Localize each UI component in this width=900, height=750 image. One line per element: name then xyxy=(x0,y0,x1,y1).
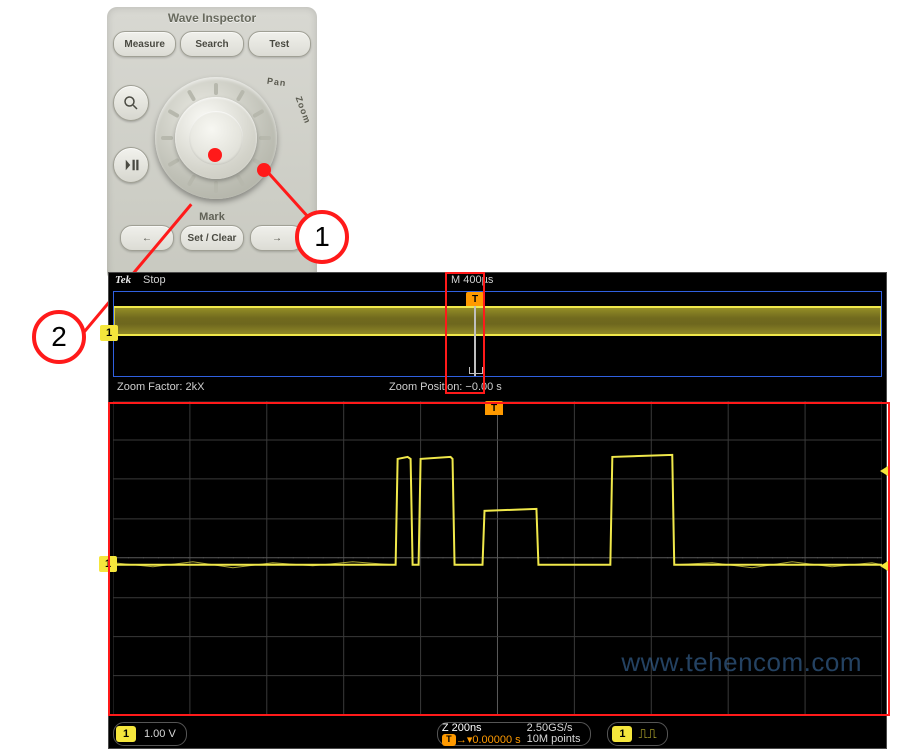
main-timebase: M 400µs xyxy=(451,274,493,286)
acq-col: 2.50GS/s 10M points xyxy=(527,723,581,745)
zoom-label: Zoom xyxy=(294,95,313,125)
zoom-position-readout: Zoom Position: −0.00 s xyxy=(389,381,502,393)
zoom-channel-badge: 1 xyxy=(99,556,117,572)
pan-label: Pan xyxy=(266,76,287,89)
zoom-graticule[interactable]: T 1 www.tehencom.com xyxy=(113,401,882,718)
test-button[interactable]: Test xyxy=(248,31,311,57)
zoom-trigger-marker[interactable]: T xyxy=(485,401,503,415)
trigger-channel-chip: 1 xyxy=(612,726,632,742)
play-pause-button[interactable] xyxy=(113,147,149,183)
mark-prev-button[interactable]: ← xyxy=(120,225,174,251)
zoom-timebase-col: Z 200ns T→▾0.00000 s xyxy=(442,723,521,746)
overview-trigger-line xyxy=(474,306,476,376)
panel-top-buttons: Measure Search Test xyxy=(113,31,311,57)
magnifier-icon xyxy=(122,94,140,112)
callout-1: 1 xyxy=(295,210,349,264)
magnifier-button[interactable] xyxy=(113,85,149,121)
trigger-level-arrow-icon[interactable] xyxy=(880,466,888,476)
overview-waveform-band xyxy=(114,306,881,336)
search-button[interactable]: Search xyxy=(180,31,243,57)
measure-button[interactable]: Measure xyxy=(113,31,176,57)
overview-window[interactable]: T 1 xyxy=(113,291,882,377)
zoom-factor-readout: Zoom Factor: 2kX xyxy=(117,381,204,393)
callout-inner-dot xyxy=(208,148,222,162)
overview-channel-badge: 1 xyxy=(100,325,118,341)
vdiv-readout: 1.00 V xyxy=(144,728,176,740)
zoom-tdiv: Z 200ns xyxy=(442,723,521,734)
pulse-icon: ⎍⎍ xyxy=(638,727,656,742)
record-length: 10M points xyxy=(527,734,581,745)
play-pause-icon xyxy=(122,156,140,174)
overview-wave-bot xyxy=(114,334,881,336)
overview-wave-top xyxy=(114,306,881,308)
inner-pan-knob[interactable] xyxy=(175,97,257,179)
trigger-time: 0.00000 s xyxy=(472,733,520,745)
acq-state: Stop xyxy=(143,274,166,286)
callout-2: 2 xyxy=(32,310,86,364)
channel-ground-arrow-icon[interactable] xyxy=(880,561,888,571)
timebase-readout[interactable]: Z 200ns T→▾0.00000 s 2.50GS/s 10M points xyxy=(437,722,592,746)
trigger-chip-icon: T xyxy=(442,734,456,746)
panel-title: Wave Inspector xyxy=(107,11,317,25)
overview-zoom-bracket[interactable] xyxy=(469,367,483,374)
tek-logo: Tek xyxy=(115,274,131,286)
scope-header: Tek Stop M 400µs xyxy=(109,273,886,289)
channel-chip: 1 xyxy=(116,726,136,742)
mark-setclear-button[interactable]: Set / Clear xyxy=(180,225,244,251)
scope-screen: Tek Stop M 400µs T 1 Zoom Factor: 2kX Zo… xyxy=(108,272,887,749)
status-bar: 1 1.00 V Z 200ns T→▾0.00000 s 2.50GS/s 1… xyxy=(113,722,882,746)
channel-readout[interactable]: 1 1.00 V xyxy=(113,722,187,746)
watermark: www.tehencom.com xyxy=(621,647,862,678)
wave-inspector-panel: Wave Inspector Measure Search Test Pan Z… xyxy=(105,5,319,284)
mark-row: ← Set / Clear → xyxy=(107,225,317,251)
overview-trigger-marker[interactable]: T xyxy=(466,292,484,306)
trigger-readout[interactable]: 1 ⎍⎍ xyxy=(607,722,667,746)
